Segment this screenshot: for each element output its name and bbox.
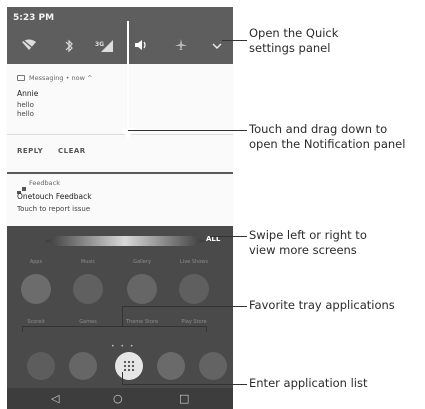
callout-line: [210, 236, 247, 237]
navigation-bar: ◁ ○ □: [7, 388, 233, 409]
notification-line: Touch to report issue: [17, 205, 91, 213]
divider: [7, 134, 233, 135]
notification-line: hello: [17, 110, 34, 118]
callout-quick-settings: Open the Quick settings panel: [249, 26, 338, 56]
sound-icon[interactable]: [133, 39, 149, 55]
callout-line: [206, 326, 207, 332]
callout-line: [122, 384, 247, 385]
app-icon[interactable]: [179, 274, 209, 304]
app-label: Scoreit: [27, 319, 45, 325]
app-icon[interactable]: [127, 274, 157, 304]
app-icon[interactable]: [21, 274, 51, 304]
app-label: Music: [80, 259, 96, 265]
callout-text: settings panel: [249, 41, 331, 55]
app-label: Live Shows: [180, 259, 208, 265]
notification-title: Onetouch Feedback: [17, 192, 92, 201]
camera-app-icon[interactable]: [157, 352, 185, 380]
quick-settings-panel[interactable]: 5:23 PM 3G: [7, 7, 233, 64]
callout-notification: Touch and drag down to open the Notifica…: [249, 122, 405, 152]
drag-arrow-line: [127, 21, 129, 131]
callout-line: [122, 306, 123, 326]
callout-line: [22, 326, 23, 332]
status-time: 5:23 PM: [13, 13, 55, 23]
app-label: Theme Store: [125, 319, 159, 325]
home-screen: Apps Music Gallery Live Shows Scoreit Ga…: [7, 226, 233, 409]
callout-text: Swipe left or right to: [249, 228, 367, 242]
callout-text: view more screens: [249, 243, 357, 257]
callout-favorites: Favorite tray applications: [249, 298, 395, 312]
callout-text: Touch and drag down to: [249, 122, 388, 136]
callout-line: [222, 40, 247, 41]
screen-swipe-indicator[interactable]: [45, 236, 205, 246]
back-button[interactable]: ◁: [51, 392, 59, 405]
callout-line: [122, 306, 247, 307]
app-label: Gallery: [133, 259, 151, 265]
app-icon[interactable]: [73, 274, 103, 304]
bluetooth-icon[interactable]: [61, 39, 77, 55]
app-label: Play Store: [181, 319, 207, 325]
message-icon: [17, 75, 25, 81]
favorite-app-icon[interactable]: [69, 352, 97, 380]
phone-app-icon[interactable]: [27, 352, 55, 380]
callout-line: [122, 372, 123, 384]
callout-text: Open the Quick: [249, 26, 339, 40]
notification-app-line: Feedback: [29, 179, 60, 187]
callout-app-list: Enter application list: [249, 376, 368, 390]
clear-button[interactable]: CLEAR: [58, 147, 86, 155]
mobile-data-icon[interactable]: 3G: [95, 39, 113, 55]
wifi-icon[interactable]: [21, 39, 37, 55]
callout-line: [128, 130, 247, 131]
browser-app-icon[interactable]: [199, 352, 227, 380]
phone-screen: 5:23 PM 3G Messaging • now ^ Annie hello…: [7, 7, 233, 409]
grid-icon: [123, 360, 135, 372]
page-indicator: • • •: [111, 343, 136, 350]
messaging-notification[interactable]: Messaging • now ^ Annie hello hello REPL…: [7, 64, 233, 172]
recents-button[interactable]: □: [179, 392, 189, 405]
expand-icon[interactable]: [209, 39, 225, 55]
app-label: Apps: [29, 259, 43, 265]
airplane-mode-icon[interactable]: [173, 39, 189, 55]
callout-swipe: Swipe left or right to view more screens: [249, 228, 367, 258]
callout-line: [22, 326, 207, 327]
notification-title: Annie: [17, 89, 39, 98]
callout-text: open the Notification panel: [249, 137, 406, 151]
app-list-button[interactable]: [115, 352, 143, 380]
feedback-notification[interactable]: Feedback Onetouch Feedback Touch to repo…: [7, 174, 233, 226]
notification-app-line: Messaging • now ^: [29, 74, 93, 82]
reply-button[interactable]: REPLY: [17, 147, 43, 155]
mobile-data-label: 3G: [95, 41, 104, 48]
notification-line: hello: [17, 101, 34, 109]
app-label: Games: [79, 319, 97, 325]
home-button[interactable]: ○: [113, 392, 123, 405]
